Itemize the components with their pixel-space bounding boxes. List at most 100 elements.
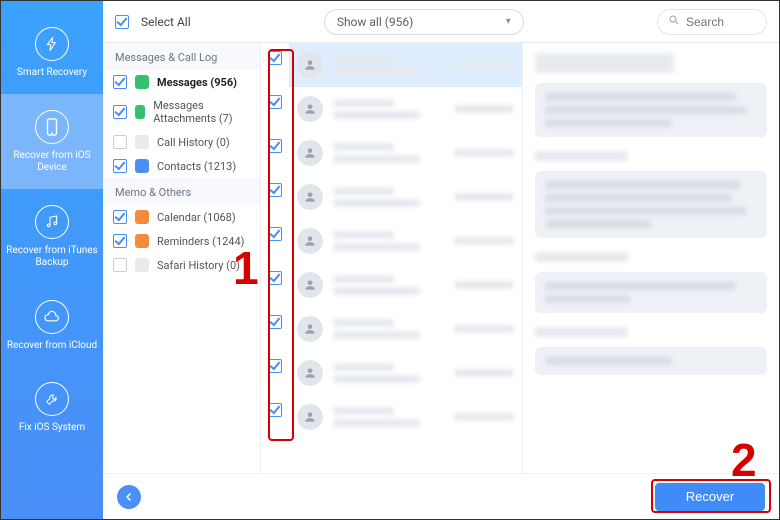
chevron-down-icon: ▾ xyxy=(506,16,511,27)
attachments-icon xyxy=(135,105,145,119)
tree-item-label: Messages (956) xyxy=(157,76,237,89)
tree-item-attachments[interactable]: Messages Attachments (7) xyxy=(103,94,260,130)
avatar-icon xyxy=(297,184,323,210)
tree-checkbox[interactable] xyxy=(113,159,127,173)
tree-item-label: Messages Attachments (7) xyxy=(153,99,250,125)
row-checkbox[interactable] xyxy=(268,271,282,285)
filter-dropdown[interactable]: Show all (956) ▾ xyxy=(324,9,524,35)
sidebar-item-recover-icloud[interactable]: Recover from iCloud xyxy=(1,284,103,367)
row-checkbox[interactable] xyxy=(268,51,282,65)
detail-subheader-blur xyxy=(535,252,628,262)
tree-item-calendar[interactable]: Calendar (1068) xyxy=(103,205,260,229)
phone-icon xyxy=(35,110,69,144)
sidebar-item-smart-recovery[interactable]: Smart Recovery xyxy=(1,11,103,94)
sidebar: Smart Recovery Recover from iOS Device R… xyxy=(1,1,103,519)
tree-item-messages[interactable]: Messages (956) xyxy=(103,70,260,94)
tree-item-safari[interactable]: Safari History (0) xyxy=(103,253,260,277)
tree-item-label: Contacts (1213) xyxy=(157,160,236,173)
message-list xyxy=(261,43,523,473)
select-all-label[interactable]: Select All xyxy=(141,15,191,29)
row-checkbox[interactable] xyxy=(268,359,282,373)
reminders-icon xyxy=(135,234,149,248)
row-checkbox[interactable] xyxy=(268,95,282,109)
tree-item-contacts[interactable]: Contacts (1213) xyxy=(103,154,260,178)
tree-checkbox[interactable] xyxy=(113,210,127,224)
avatar-icon xyxy=(297,316,323,342)
search-icon xyxy=(668,14,680,29)
row-checkbox[interactable] xyxy=(268,403,282,417)
category-tree: Messages & Call Log Messages (956) Messa… xyxy=(103,43,261,473)
message-bubble xyxy=(535,83,767,137)
list-item[interactable] xyxy=(289,43,522,87)
safari-icon xyxy=(135,258,149,272)
sidebar-item-label: Smart Recovery xyxy=(5,67,99,80)
select-all-checkbox[interactable] xyxy=(115,15,129,29)
messages-icon xyxy=(135,75,149,89)
message-bubble xyxy=(535,347,767,375)
main-panel: Select All Show all (956) ▾ Messages & C… xyxy=(103,1,779,519)
message-bubble xyxy=(535,171,767,238)
detail-subheader-blur xyxy=(535,327,628,337)
contacts-icon xyxy=(135,159,149,173)
list-checkbox-column xyxy=(261,43,289,473)
filter-label: Show all (956) xyxy=(337,15,413,29)
avatar-icon xyxy=(297,96,323,122)
avatar-icon xyxy=(297,272,323,298)
sidebar-item-label: Fix iOS System xyxy=(5,422,99,435)
tree-item-label: Reminders (1244) xyxy=(157,235,245,248)
list-item[interactable] xyxy=(289,395,522,439)
sidebar-item-recover-itunes[interactable]: Recover from iTunes Backup xyxy=(1,189,103,284)
tree-item-label: Safari History (0) xyxy=(157,259,240,272)
recover-button[interactable]: Recover xyxy=(655,483,765,511)
wrench-icon xyxy=(35,382,69,416)
calendar-icon xyxy=(135,210,149,224)
avatar-icon xyxy=(297,52,323,78)
sidebar-item-label: Recover from iCloud xyxy=(5,340,99,353)
list-item[interactable] xyxy=(289,87,522,131)
music-note-icon xyxy=(35,205,69,239)
topbar: Select All Show all (956) ▾ xyxy=(103,1,779,43)
message-detail xyxy=(523,43,779,473)
row-checkbox[interactable] xyxy=(268,227,282,241)
list-item[interactable] xyxy=(289,219,522,263)
tree-checkbox[interactable] xyxy=(113,105,127,119)
list-item[interactable] xyxy=(289,131,522,175)
tree-checkbox[interactable] xyxy=(113,135,127,149)
sidebar-item-recover-ios-device[interactable]: Recover from iOS Device xyxy=(1,94,103,189)
tree-checkbox[interactable] xyxy=(113,258,127,272)
tree-item-label: Call History (0) xyxy=(157,136,230,149)
list-item[interactable] xyxy=(289,351,522,395)
tree-item-reminders[interactable]: Reminders (1244) xyxy=(103,229,260,253)
search-input[interactable] xyxy=(686,15,756,29)
row-checkbox[interactable] xyxy=(268,139,282,153)
lightning-icon xyxy=(35,27,69,61)
avatar-icon xyxy=(297,140,323,166)
avatar-icon xyxy=(297,228,323,254)
tree-checkbox[interactable] xyxy=(113,75,127,89)
list-item[interactable] xyxy=(289,175,522,219)
tree-item-label: Calendar (1068) xyxy=(157,211,236,224)
footer: Recover xyxy=(103,473,779,519)
tree-group-header: Memo & Others xyxy=(103,178,260,205)
detail-subheader-blur xyxy=(535,151,628,161)
arrow-left-icon xyxy=(123,491,135,503)
back-button[interactable] xyxy=(117,485,141,509)
tree-item-call-history[interactable]: Call History (0) xyxy=(103,130,260,154)
search-box[interactable] xyxy=(657,9,767,35)
sidebar-item-label: Recover from iTunes Backup xyxy=(5,245,99,270)
content-area: Messages & Call Log Messages (956) Messa… xyxy=(103,43,779,473)
tree-group-header: Messages & Call Log xyxy=(103,43,260,70)
avatar-icon xyxy=(297,360,323,386)
list-item[interactable] xyxy=(289,263,522,307)
cloud-icon xyxy=(35,300,69,334)
detail-header-blur xyxy=(535,53,674,73)
message-bubble xyxy=(535,272,767,313)
row-checkbox[interactable] xyxy=(268,315,282,329)
sidebar-item-label: Recover from iOS Device xyxy=(5,150,99,175)
sidebar-item-fix-ios[interactable]: Fix iOS System xyxy=(1,366,103,449)
avatar-icon xyxy=(297,404,323,430)
tree-checkbox[interactable] xyxy=(113,234,127,248)
row-checkbox[interactable] xyxy=(268,183,282,197)
call-icon xyxy=(135,135,149,149)
list-item[interactable] xyxy=(289,307,522,351)
